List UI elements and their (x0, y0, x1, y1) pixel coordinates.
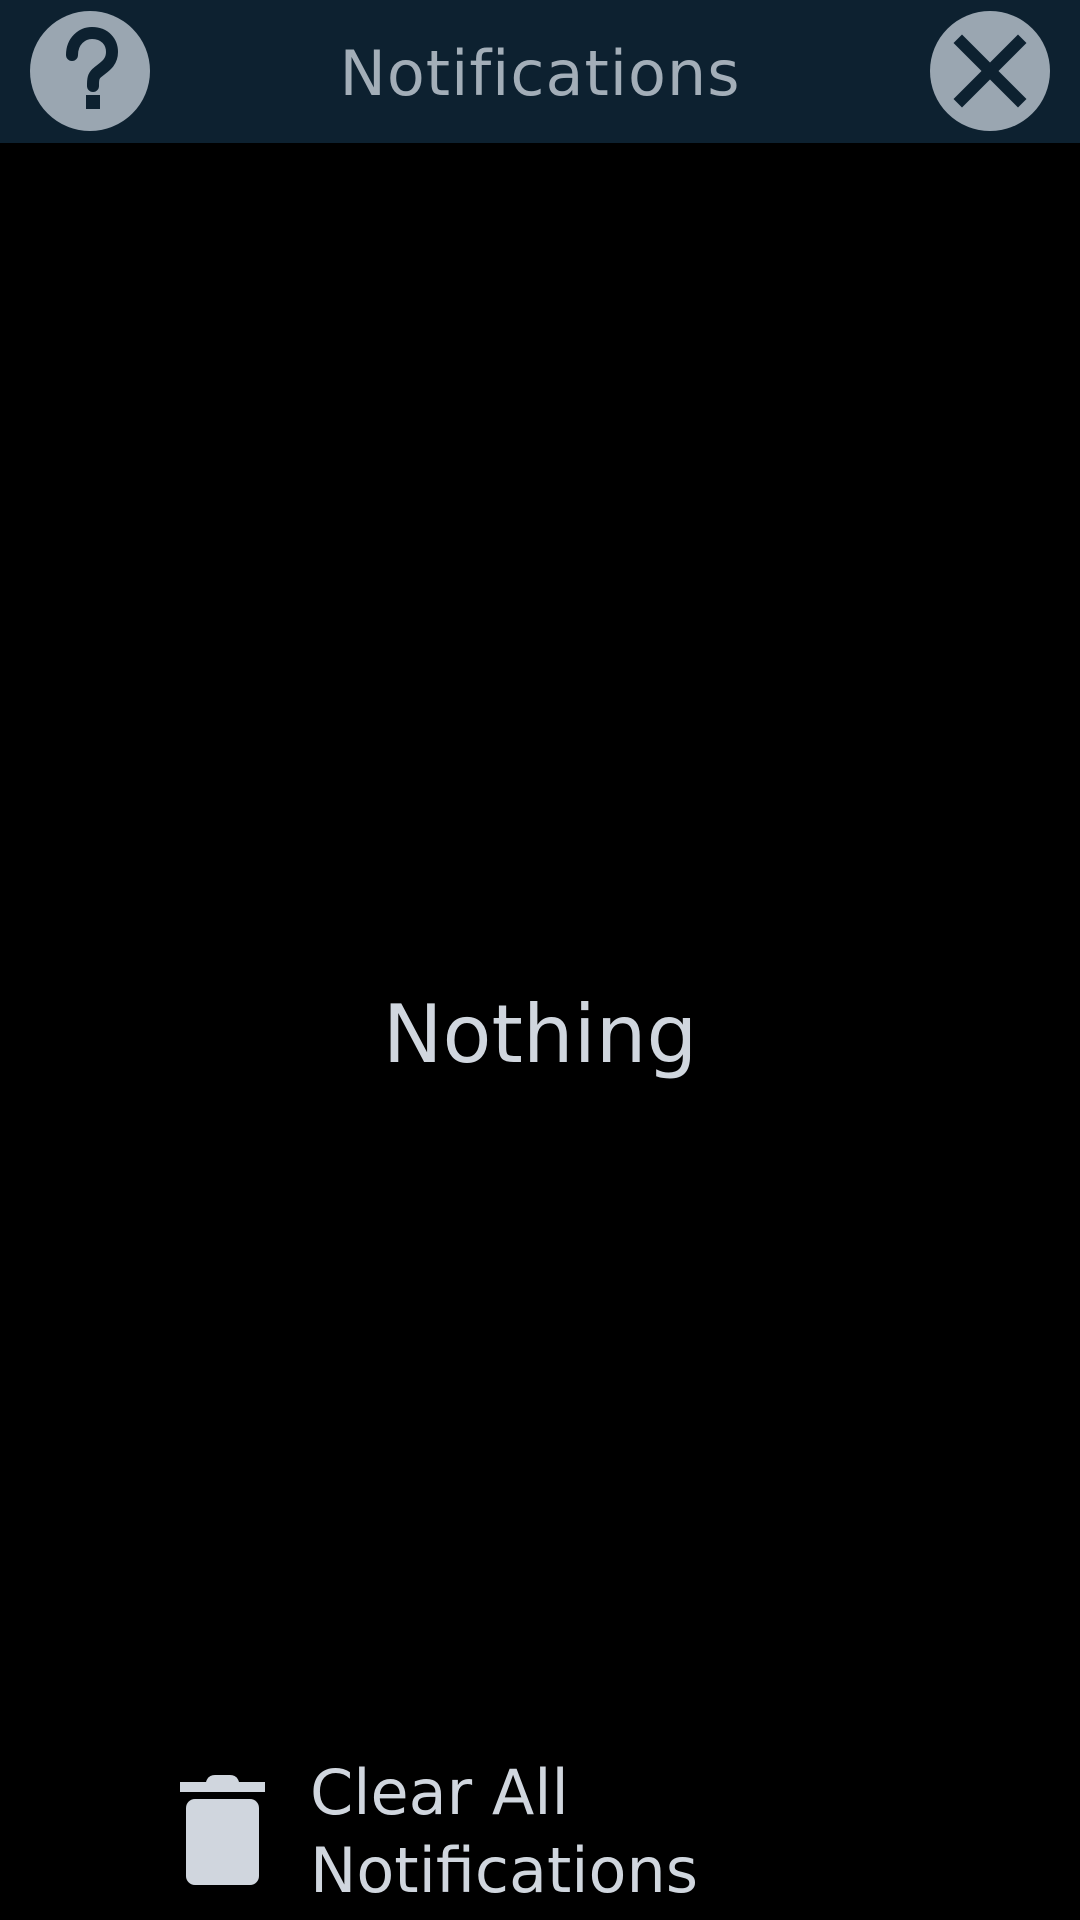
clear-all-label: Clear All Notifications (310, 1756, 699, 1907)
close-x-icon (953, 34, 1027, 108)
help-button[interactable] (30, 11, 150, 131)
page-title: Notifications (339, 37, 741, 110)
trash-icon (180, 1775, 265, 1885)
empty-state-text: Nothing (382, 988, 698, 1081)
notifications-screen: Notifications Nothing Clear All Notifica… (0, 0, 1080, 1920)
header-bar: Notifications (0, 0, 1080, 143)
close-button[interactable] (930, 11, 1050, 131)
clear-all-notifications-button[interactable]: Clear All Notifications (170, 1750, 730, 1910)
help-question-icon (66, 26, 119, 109)
